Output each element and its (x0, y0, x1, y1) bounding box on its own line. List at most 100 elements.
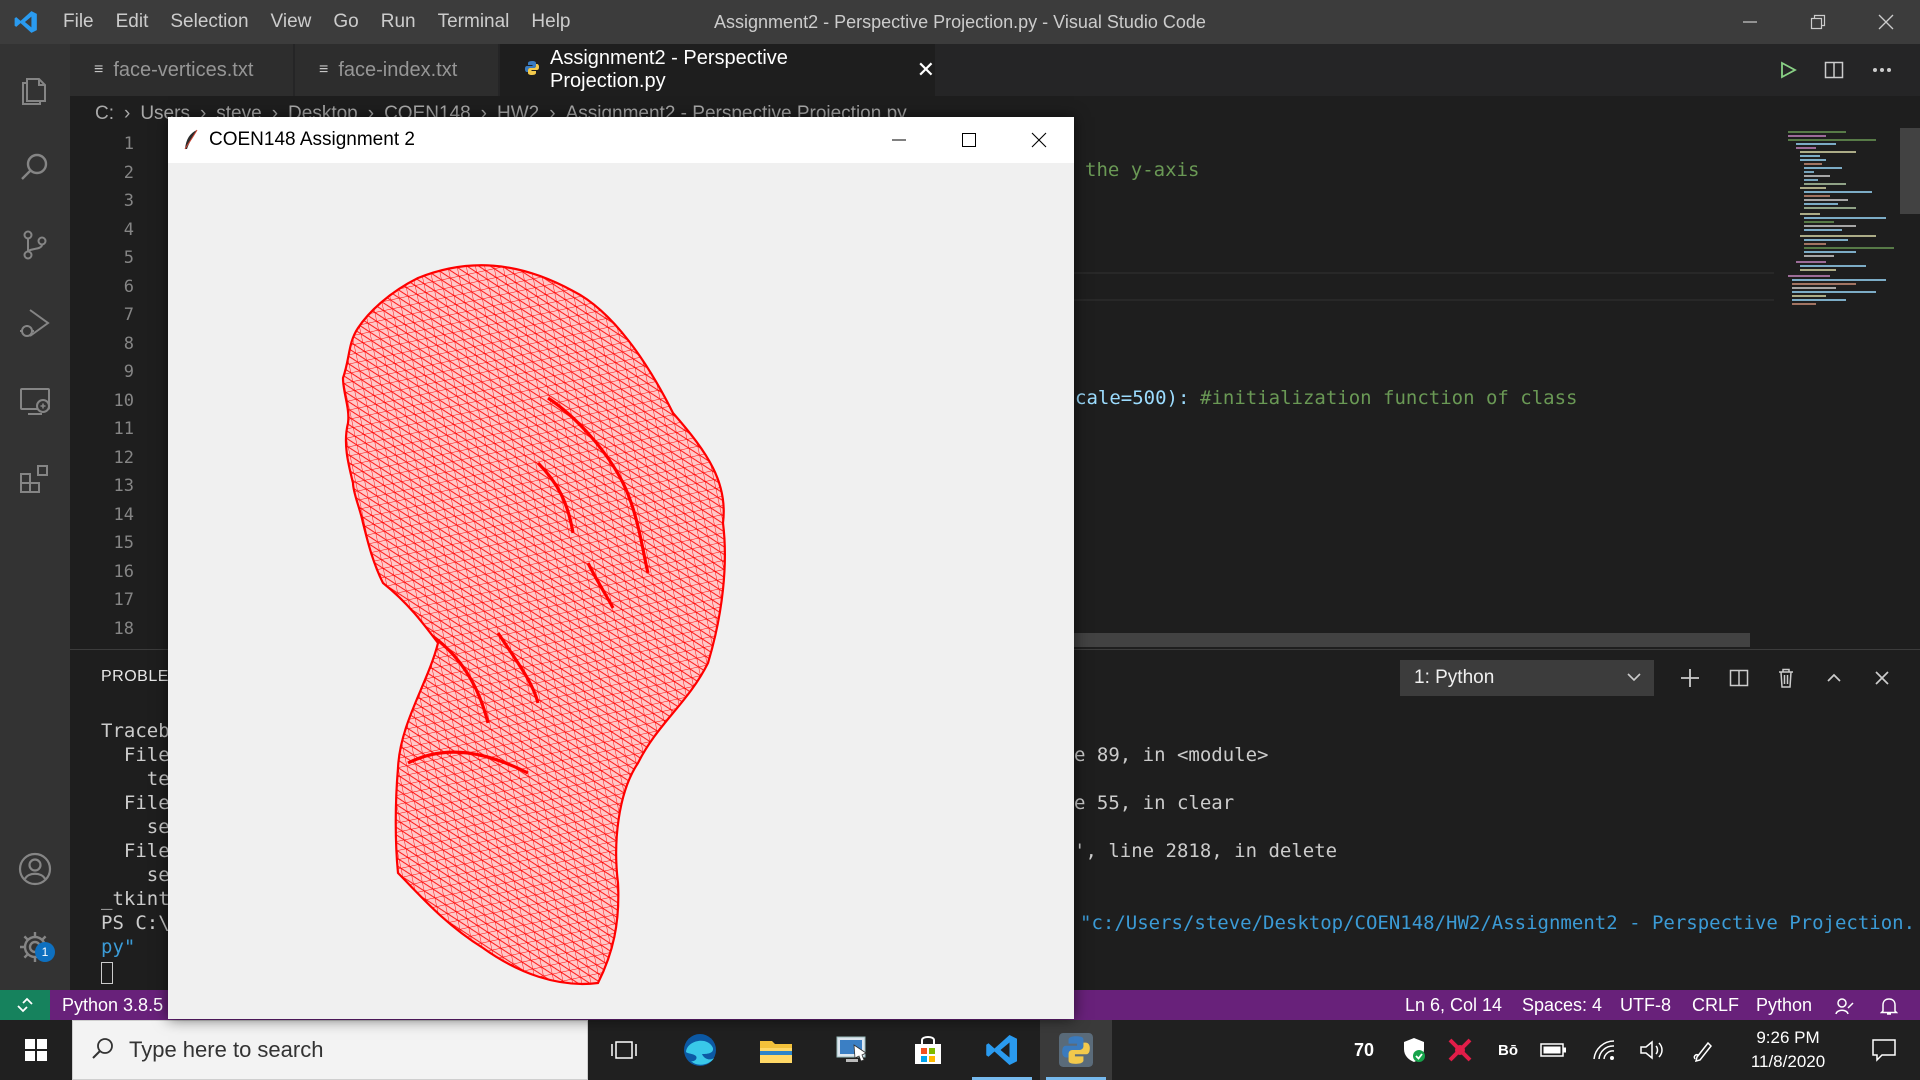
run-debug-icon[interactable] (0, 288, 70, 358)
activity-bar: 1 (0, 44, 70, 990)
code-comment[interactable]: the y-axis (1085, 159, 1199, 181)
notifications-bell-icon[interactable] (1879, 995, 1899, 1015)
horizontal-scrollbar[interactable] (1074, 633, 1750, 647)
terminal-line: Traceb (101, 720, 170, 742)
code-text[interactable]: cale=500): (1075, 387, 1189, 409)
cursor-position[interactable]: Ln 6, Col 14 (1405, 990, 1502, 1020)
more-actions-icon[interactable] (1864, 52, 1900, 88)
text-file-icon: ≡ (94, 61, 104, 78)
python-file-icon (524, 60, 540, 81)
line-number: 13 (113, 476, 134, 496)
menu-help[interactable]: Help (520, 0, 581, 44)
run-python-file-icon[interactable] (1770, 52, 1806, 88)
terminal-line: e 55, in clear (1074, 792, 1235, 814)
line-number: 8 (123, 333, 134, 354)
python-interpreter[interactable]: Python 3.8.5 (62, 990, 163, 1020)
minimap[interactable] (1786, 128, 1900, 320)
settings-gear-icon[interactable]: 1 (0, 912, 70, 982)
store-icon[interactable] (892, 1020, 964, 1080)
terminal-line: se (101, 816, 170, 838)
line-ending[interactable]: CRLF (1692, 990, 1739, 1020)
menu-go[interactable]: Go (322, 0, 369, 44)
line-number: 18 (113, 618, 134, 639)
line-number: 2 (123, 162, 134, 183)
tray-count[interactable]: 70 (1350, 1020, 1378, 1080)
minimize-button[interactable] (1716, 0, 1784, 44)
taskbar-search-box[interactable]: Type here to search (72, 1020, 588, 1080)
code-comment[interactable]: #initialization function of class (1200, 387, 1578, 409)
search-icon (91, 1036, 115, 1065)
encoding[interactable]: UTF-8 (1620, 990, 1671, 1020)
line-number: 16 (113, 561, 134, 582)
chevron-down-icon (1626, 669, 1642, 691)
source-control-icon[interactable] (0, 210, 70, 280)
taskbar-clock[interactable]: 9:26 PM 11/8/2020 (1734, 1026, 1842, 1074)
explorer-icon[interactable] (0, 54, 70, 124)
ime-icon[interactable]: Bō (1490, 1020, 1526, 1080)
terminal-select[interactable]: 1: Python (1400, 660, 1654, 696)
restore-button[interactable] (1784, 0, 1852, 44)
title-bar: File Edit Selection View Go Run Terminal… (0, 0, 1920, 44)
remote-desktop-icon[interactable] (816, 1020, 888, 1080)
line-number: 10 (113, 390, 134, 411)
close-panel-icon[interactable] (1864, 660, 1900, 696)
windows-taskbar: Type here to search 70 Bō 9:26 PM 11/8/2… (0, 1020, 1920, 1080)
split-editor-icon[interactable] (1816, 52, 1852, 88)
task-view-icon[interactable] (588, 1020, 660, 1080)
breadcrumb-item[interactable]: C: (95, 103, 114, 125)
volume-icon[interactable] (1634, 1020, 1670, 1080)
split-terminal-icon[interactable] (1721, 660, 1757, 696)
search-placeholder: Type here to search (129, 1037, 324, 1062)
tab-close-icon[interactable]: ✕ (917, 57, 935, 83)
battery-icon[interactable] (1536, 1020, 1572, 1080)
maximize-panel-icon[interactable] (1816, 660, 1852, 696)
tab-assignment2[interactable]: Assignment2 - Perspective Projection.py … (500, 44, 936, 96)
line-number: 15 (113, 533, 134, 553)
account-icon[interactable] (0, 834, 70, 904)
tk-minimize-button[interactable] (864, 117, 934, 163)
action-center-icon[interactable] (1852, 1020, 1916, 1080)
tk-window-title: COEN148 Assignment 2 (209, 129, 415, 150)
windows-start-icon[interactable] (0, 1020, 72, 1080)
terminal-line: py" (101, 936, 136, 958)
tk-close-button[interactable] (1004, 117, 1074, 163)
python-icon[interactable] (1040, 1020, 1112, 1080)
vertical-scrollbar[interactable] (1900, 128, 1920, 214)
pen-workspace-icon[interactable] (1686, 1020, 1722, 1080)
extensions-icon[interactable] (0, 444, 70, 514)
text-file-icon: ≡ (319, 61, 329, 78)
menu-selection[interactable]: Selection (159, 0, 259, 44)
tk-title-bar[interactable]: COEN148 Assignment 2 (168, 117, 1074, 163)
feedback-icon[interactable] (1834, 995, 1854, 1015)
language-mode[interactable]: Python (1756, 990, 1812, 1020)
file-explorer-icon[interactable] (740, 1020, 812, 1080)
windows-security-icon[interactable] (1396, 1020, 1432, 1080)
terminal-line: "c:/Users/steve/Desktop/COEN148/HW2/Assi… (1080, 912, 1916, 934)
tab-face-vertices[interactable]: ≡ face-vertices.txt (70, 44, 294, 96)
remote-explorer-icon[interactable] (0, 366, 70, 436)
line-number: 11 (113, 419, 134, 439)
menu-run[interactable]: Run (370, 0, 427, 44)
close-window-button[interactable] (1852, 0, 1920, 44)
wifi-icon[interactable] (1586, 1020, 1622, 1080)
remote-indicator-icon[interactable] (0, 990, 50, 1020)
tab-bar: ≡ face-vertices.txt ≡ face-index.txt Ass… (70, 44, 1920, 96)
tk-canvas[interactable] (168, 163, 1074, 1019)
menu-terminal[interactable]: Terminal (427, 0, 521, 44)
menu-edit[interactable]: Edit (105, 0, 160, 44)
tab-label: face-vertices.txt (113, 58, 254, 81)
menu-file[interactable]: File (52, 0, 105, 44)
line-number: 7 (123, 305, 134, 325)
search-icon[interactable] (0, 132, 70, 202)
vscode-icon[interactable] (966, 1020, 1038, 1080)
line-number: 6 (123, 276, 134, 297)
antivirus-icon[interactable] (1442, 1020, 1478, 1080)
menu-view[interactable]: View (260, 0, 323, 44)
edge-icon[interactable] (664, 1020, 736, 1080)
tab-face-index[interactable]: ≡ face-index.txt (295, 44, 499, 96)
new-terminal-icon[interactable] (1672, 660, 1708, 696)
tk-maximize-button[interactable] (934, 117, 1004, 163)
tk-window[interactable]: COEN148 Assignment 2 (168, 117, 1074, 1019)
kill-terminal-icon[interactable] (1768, 660, 1804, 696)
indentation[interactable]: Spaces: 4 (1522, 990, 1602, 1020)
